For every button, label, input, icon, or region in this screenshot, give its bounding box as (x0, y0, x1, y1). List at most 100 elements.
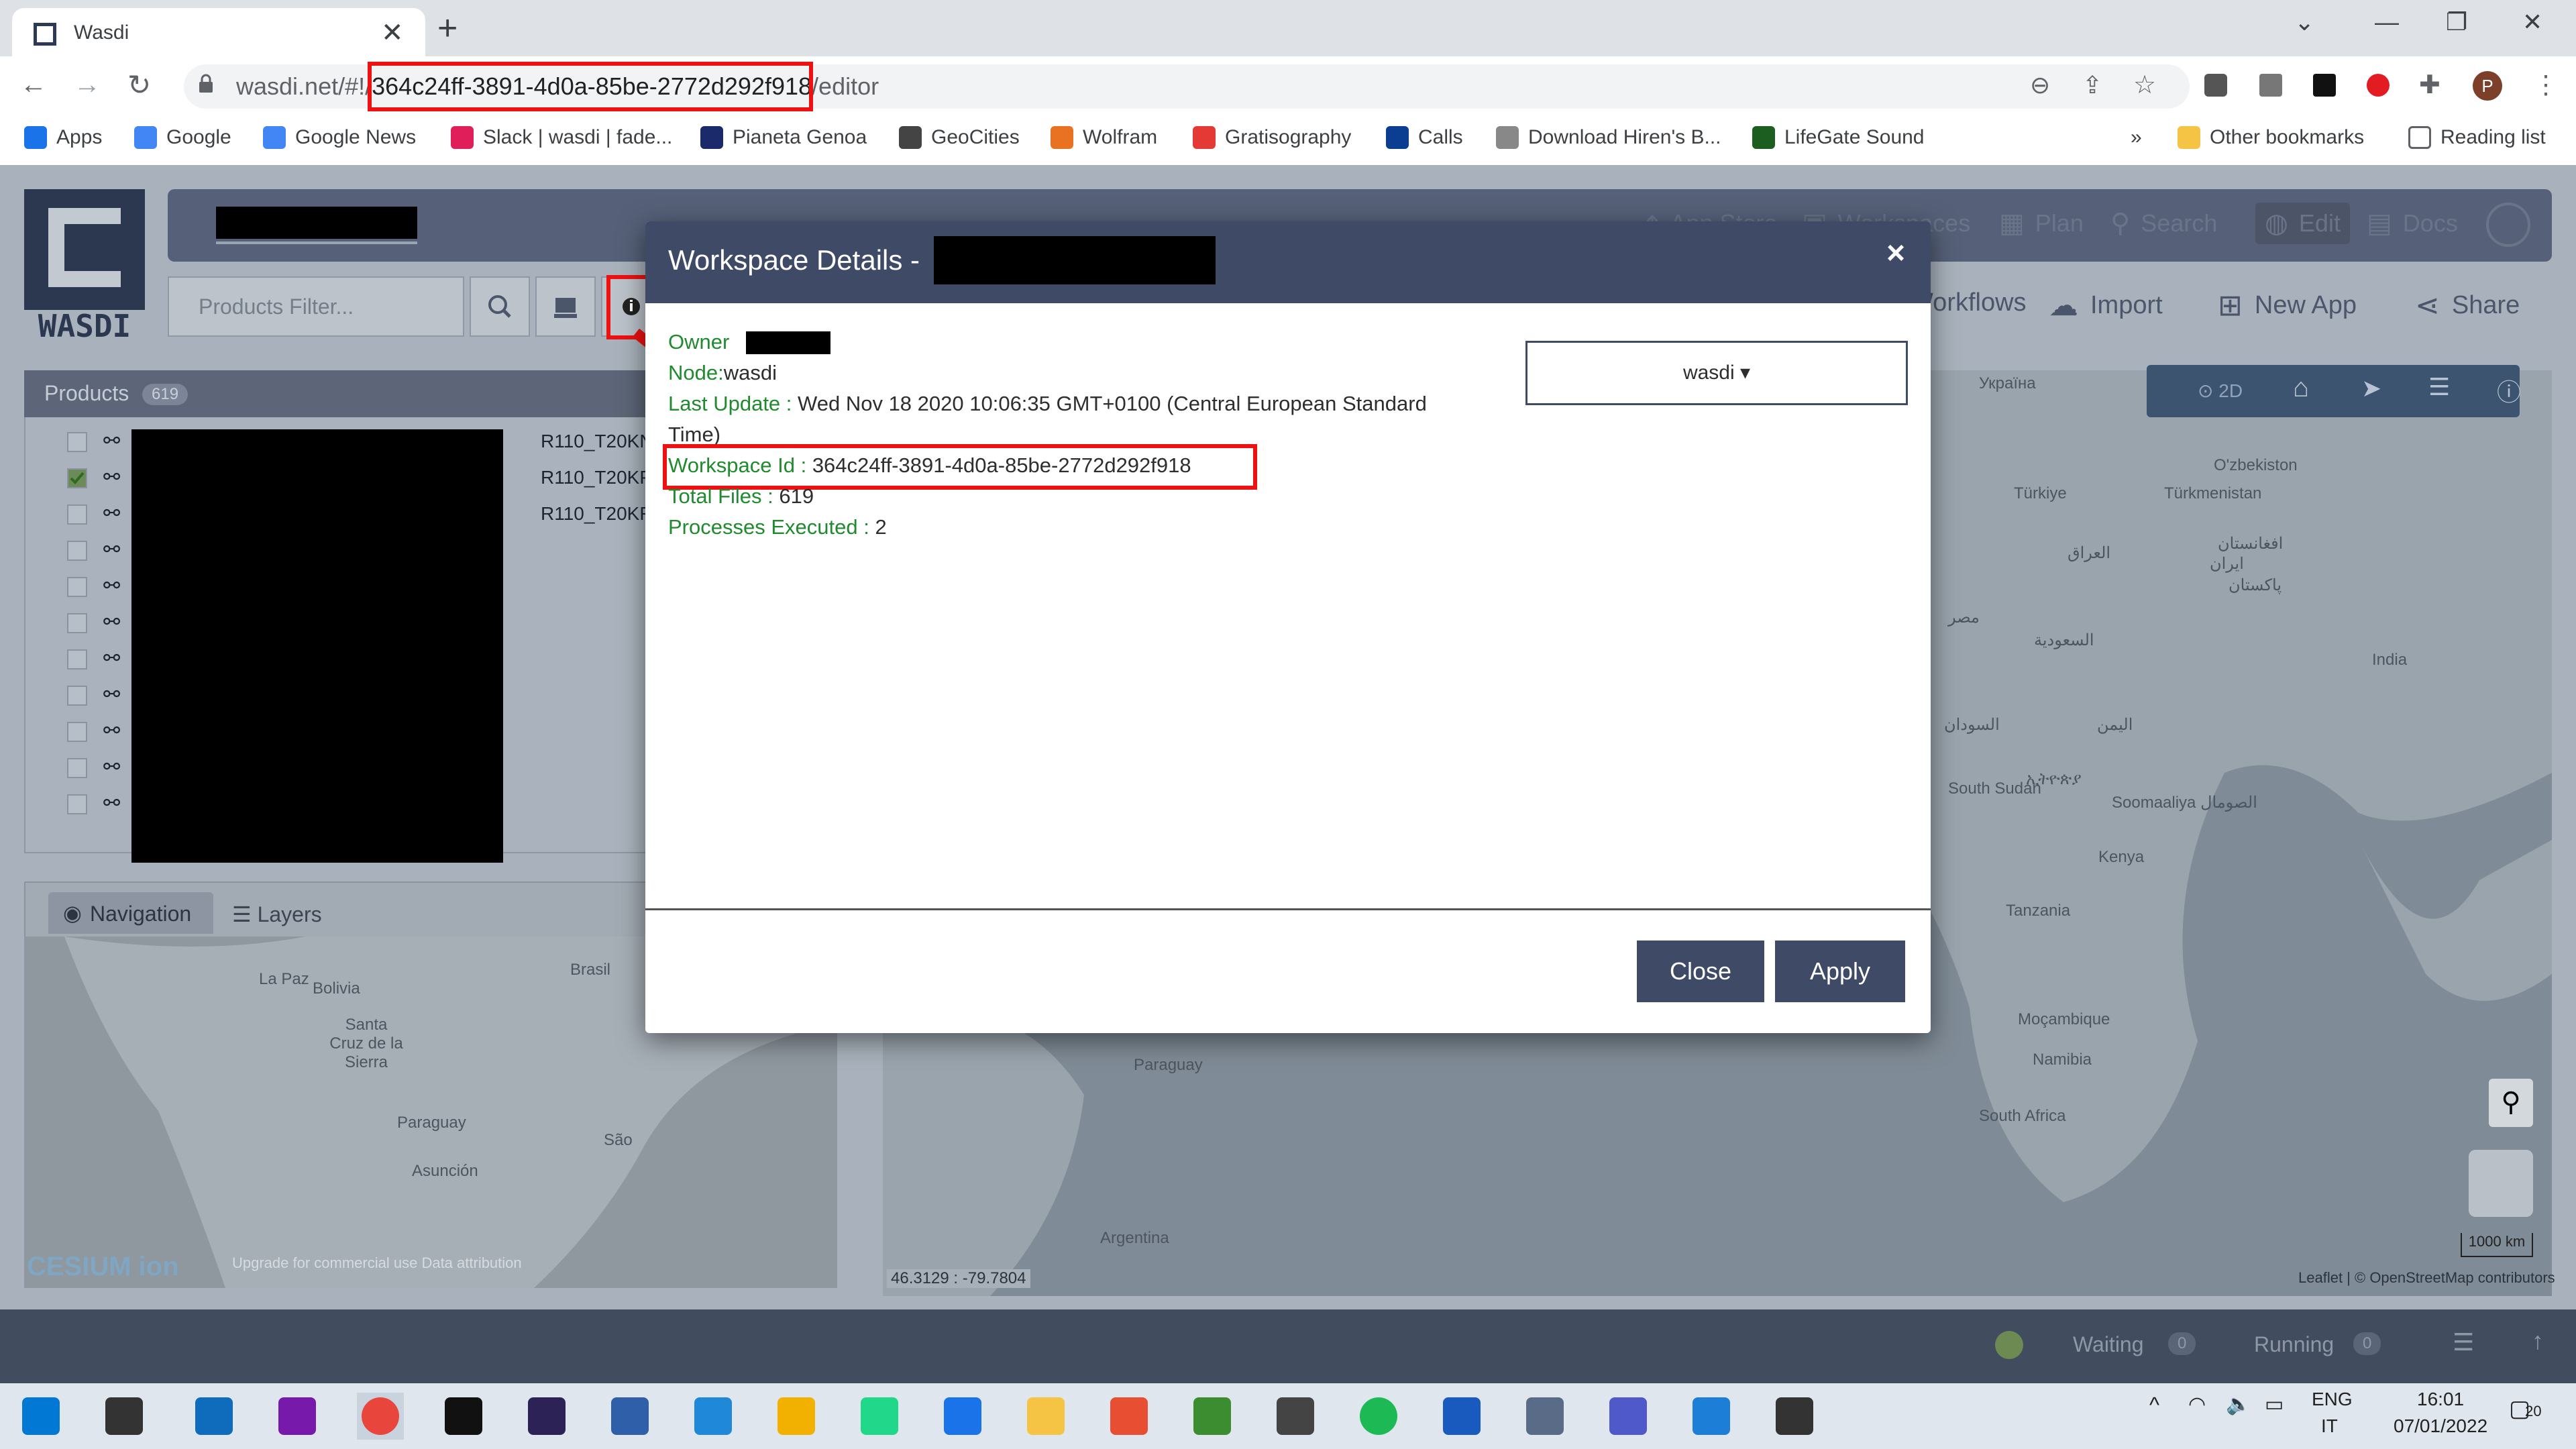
bookmark-item[interactable]: Google News (263, 126, 416, 149)
taskbar-app[interactable] (1272, 1393, 1319, 1440)
bookmark-item[interactable]: Pianeta Genoa (700, 126, 867, 149)
taskbar-app[interactable] (1688, 1393, 1735, 1440)
bookmark-item[interactable]: Calls (1386, 126, 1463, 149)
more-bookmarks-icon[interactable]: » (2131, 126, 2142, 149)
close-button[interactable]: Close (1637, 941, 1764, 1002)
product-checkbox[interactable] (67, 794, 87, 814)
taskbar-app[interactable] (440, 1393, 487, 1440)
info-icon[interactable]: ⓘ (2497, 373, 2521, 408)
product-checkbox[interactable] (67, 613, 87, 633)
clock[interactable]: 16:01 07/01/2022 (2394, 1389, 2487, 1437)
arrow-up-icon[interactable]: ↑ (2532, 1327, 2544, 1355)
zoom-icon[interactable]: ⊖ (2030, 71, 2050, 99)
taskbar-app[interactable] (1438, 1393, 1485, 1440)
browser-tab[interactable]: Wasdi ✕ (12, 8, 425, 56)
extension-jb-icon[interactable] (2313, 74, 2336, 97)
product-checkbox[interactable] (67, 468, 87, 488)
extension-opera-icon[interactable] (2367, 74, 2390, 97)
product-checkbox[interactable] (67, 541, 87, 561)
forward-icon[interactable]: → (74, 70, 101, 100)
extension-g-icon[interactable] (2259, 74, 2282, 97)
shopping-cart-button[interactable] (535, 276, 596, 337)
taskbar-app[interactable] (1521, 1393, 1568, 1440)
cesium-logo[interactable]: CESIUM ion (27, 1252, 179, 1282)
nav-item[interactable]: ⚲ Search (2110, 208, 2217, 239)
bookmark-item[interactable]: Wolfram (1051, 126, 1157, 149)
product-checkbox[interactable] (67, 504, 87, 525)
taskbar-app[interactable] (357, 1393, 404, 1440)
tab-layers[interactable]: ☰ Layers (232, 902, 322, 927)
lock-icon[interactable] (199, 74, 213, 93)
cesium-links[interactable]: Upgrade for commercial use Data attribut… (232, 1254, 522, 1272)
taskbar-app[interactable] (1106, 1393, 1152, 1440)
taskbar-app[interactable] (1771, 1393, 1818, 1440)
bookmark-item[interactable]: LifeGate Sound (1752, 126, 1925, 149)
extensions-puzzle-icon[interactable]: ✚ (2419, 70, 2440, 100)
apply-button[interactable]: Apply (1775, 941, 1905, 1002)
taskbar-app[interactable] (939, 1393, 986, 1440)
bookmark-star-icon[interactable]: ☆ (2133, 70, 2156, 100)
close-window-icon[interactable]: ✕ (2522, 8, 2542, 36)
taskbar-app[interactable] (856, 1393, 903, 1440)
taskbar-app[interactable] (690, 1393, 737, 1440)
menu-kebab-icon[interactable]: ⋮ (2533, 70, 2559, 100)
user-alien-icon[interactable] (2486, 203, 2530, 247)
nav-item[interactable]: ▤ Docs (2367, 208, 2458, 239)
action-import[interactable]: ☁ Import (2049, 288, 2163, 323)
back-icon[interactable]: ← (20, 70, 47, 100)
nav-item[interactable]: ▦ Plan (1999, 208, 2084, 239)
list-icon[interactable]: ☰ (2428, 373, 2450, 401)
toggle-2d-button[interactable]: ⊙ 2D (2198, 380, 2243, 402)
tray-chevron-icon[interactable]: ^ (2149, 1393, 2159, 1417)
share-page-icon[interactable]: ⇪ (2082, 71, 2102, 99)
product-checkbox[interactable] (67, 432, 87, 452)
products-filter-input[interactable]: Products Filter... (168, 276, 464, 337)
new-tab-button[interactable]: + (437, 8, 458, 48)
bookmark-item[interactable]: Google (134, 126, 231, 149)
wasdi-logo[interactable]: WASDI (24, 189, 145, 341)
tab-search-icon[interactable]: ⌄ (2294, 8, 2314, 36)
other-bookmarks[interactable]: Other bookmarks (2178, 126, 2364, 149)
reload-icon[interactable]: ↻ (127, 68, 151, 101)
product-checkbox[interactable] (67, 649, 87, 669)
taskbar-app[interactable] (1189, 1393, 1236, 1440)
taskbar-app[interactable] (523, 1393, 570, 1440)
product-checkbox[interactable] (67, 722, 87, 742)
map-search-icon[interactable]: ⚲ (2489, 1079, 2533, 1127)
taskbar-app[interactable] (17, 1393, 64, 1440)
taskbar-app[interactable] (1605, 1393, 1652, 1440)
bookmark-item[interactable]: Slack | wasdi | fade... (451, 126, 672, 149)
bookmark-item[interactable]: Download Hiren's B... (1496, 126, 1721, 149)
map-attribution[interactable]: Leaflet | © OpenStreetMap contributors (2298, 1269, 2555, 1287)
action-share[interactable]: ⋖ Share (2415, 288, 2520, 323)
taskbar-app[interactable] (1355, 1393, 1402, 1440)
battery-icon[interactable]: ▭ (2265, 1393, 2284, 1416)
node-dropdown[interactable]: wasdi ▾ (1525, 341, 1908, 405)
product-checkbox[interactable] (67, 577, 87, 597)
search-products-button[interactable] (470, 276, 530, 337)
modal-close-icon[interactable]: × (1886, 235, 1905, 272)
language-indicator[interactable]: ENG IT (2312, 1389, 2353, 1437)
close-tab-icon[interactable]: ✕ (381, 17, 404, 48)
navigate-icon[interactable]: ➤ (2361, 374, 2381, 402)
notifications-icon[interactable]: ▢20 (2509, 1395, 2542, 1422)
taskbar-app[interactable] (606, 1393, 653, 1440)
taskbar-app[interactable] (274, 1393, 321, 1440)
taskbar-app[interactable] (191, 1393, 237, 1440)
extension-icon[interactable] (2204, 74, 2227, 97)
taskbar-app[interactable] (773, 1393, 820, 1440)
nav-item[interactable]: ◍ Edit (2255, 203, 2350, 244)
network-icon[interactable]: ◠ (2188, 1393, 2206, 1416)
minimize-icon[interactable]: — (2375, 8, 2399, 36)
action-new-app[interactable]: ⊞ New App (2218, 288, 2357, 323)
bookmark-item[interactable]: Apps (24, 126, 102, 149)
product-checkbox[interactable] (67, 686, 87, 706)
taskbar-app[interactable] (1022, 1393, 1069, 1440)
bookmark-item[interactable]: GeoCities (899, 126, 1020, 149)
tab-navigation[interactable]: ◉ Navigation (48, 892, 213, 934)
layers-stack-icon[interactable] (2469, 1150, 2533, 1217)
taskbar-app[interactable] (101, 1393, 148, 1440)
product-checkbox[interactable] (67, 758, 87, 778)
reading-list[interactable]: Reading list (2408, 126, 2546, 149)
volume-icon[interactable]: 🔈 (2226, 1393, 2251, 1416)
